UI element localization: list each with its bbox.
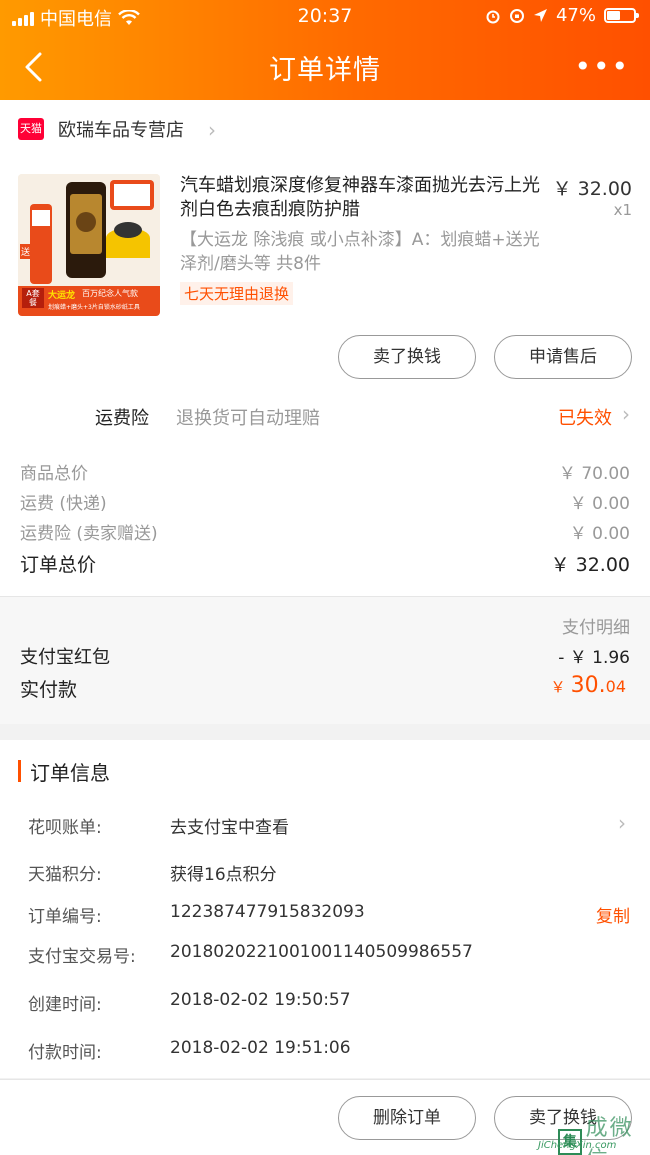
section-accent-bar [18, 760, 21, 782]
insurance-fee-row: 运费险 (卖家赠送) ￥ 0.00 [20, 519, 630, 544]
price-summary: 商品总价 ￥ 70.00 运费 (快递) ￥ 0.00 运费险 (卖家赠送) ￥… [0, 438, 650, 596]
info-value: 2018020221001001140509986557 [170, 942, 473, 962]
thumbnail-badge: A套餐 [22, 288, 44, 308]
product-quantity: x1 [613, 201, 632, 219]
info-value: 去支付宝中查看 [170, 818, 289, 838]
rotation-lock-icon [509, 8, 524, 23]
order-total-label: 订单总价 [20, 554, 97, 576]
thumbnail-caption-3: 划痕蜡+磨头+3片自锁水砂纸工具 [48, 304, 140, 311]
paid-decimal: 04 [605, 677, 626, 696]
info-value: 2018-02-02 19:51:06 [170, 1038, 351, 1058]
shipping-label: 运费 (快递) [20, 494, 107, 514]
paid-integer: 30. [570, 673, 606, 698]
order-info-section: 订单信息 花呗账单: 去支付宝中查看 › 天猫积分: 获得16点积分 订单编号:… [0, 740, 650, 1078]
info-key: 支付宝交易号: [28, 947, 136, 967]
chevron-right-icon: › [208, 118, 216, 142]
chevron-right-icon: › [618, 811, 626, 835]
order-info-title: 订单信息 [30, 761, 110, 785]
info-value: 获得16点积分 [170, 865, 277, 885]
redpacket-value: - ￥ 1.96 [558, 648, 630, 668]
paid-label: 实付款 [20, 679, 78, 701]
info-key: 创建时间: [28, 995, 102, 1015]
battery-icon [604, 8, 639, 23]
after-sale-button[interactable]: 申请售后 [494, 335, 632, 379]
return-policy-tag: 七天无理由退换 [180, 282, 294, 305]
product-price: ￥ 32.00 [552, 178, 632, 200]
more-menu-icon[interactable]: ••• [574, 52, 630, 82]
battery-percent: 47% [555, 5, 596, 26]
insurance-fee-label: 运费险 (卖家赠送) [20, 524, 158, 544]
info-key: 天猫积分: [28, 865, 102, 885]
order-total-value: ￥ 32.00 [550, 554, 630, 576]
alarm-icon [486, 10, 500, 23]
insurance-desc: 退换货可自动理赔 [176, 408, 320, 429]
shop-row[interactable]: 天猫 欧瑞车品专营店 › [0, 100, 650, 158]
watermark-url: JiChengXin.com [538, 1140, 617, 1151]
info-key: 订单编号: [28, 907, 102, 927]
goods-total-value: ￥ 70.00 [558, 464, 630, 484]
info-value: 2018-02-02 19:50:57 [170, 990, 351, 1010]
thumbnail-caption-2: 百万纪念人气款 [82, 289, 138, 298]
delete-order-button[interactable]: 删除订单 [338, 1096, 476, 1140]
chevron-right-icon: › [622, 402, 630, 426]
order-total-row: 订单总价 ￥ 32.00 [20, 550, 630, 577]
insurance-fee-value: ￥ 0.00 [569, 524, 630, 544]
page-title: 订单详情 [269, 55, 381, 86]
insurance-label: 运费险 [95, 408, 149, 429]
info-value: 122387477915832093 [170, 902, 365, 922]
tmall-badge-icon: 天猫 [18, 118, 44, 140]
watermark: 集 成微信 JiChengXin.com [518, 1100, 650, 1155]
copy-button[interactable]: 复制 [596, 902, 630, 927]
location-icon [533, 9, 547, 22]
shop-name[interactable]: 欧瑞车品专营店 [58, 116, 184, 142]
paid-amount: ￥ 30.04 [551, 673, 626, 698]
thumbnail-caption: 大运龙 [48, 291, 76, 301]
freight-insurance-row[interactable]: 运费险 退换货可自动理赔 已失效 › [0, 396, 650, 438]
info-key: 花呗账单: [28, 818, 102, 838]
status-bar: 中国电信 20:37 47% [0, 0, 650, 32]
goods-total-label: 商品总价 [20, 464, 88, 484]
app-header: 中国电信 20:37 47% 订单详情 ••• [0, 0, 650, 100]
thumbnail-side-label: 送 [20, 244, 32, 259]
product-spec: 【大运龙 除浅痕 或小点补漆】A：划痕蜡+送光泽剂/磨头等 共8件 [180, 230, 540, 274]
product-card: A套餐 大运龙 百万纪念人气款 划痕蜡+磨头+3片自锁水砂纸工具 送 汽车蜡划痕… [0, 158, 650, 396]
info-key: 付款时间: [28, 1043, 102, 1063]
payment-detail-link[interactable]: 支付明细 [562, 613, 630, 638]
sell-button[interactable]: 卖了换钱 [338, 335, 476, 379]
insurance-status: 已失效 [558, 408, 612, 429]
shipping-value: ￥ 0.00 [569, 494, 630, 514]
product-thumbnail[interactable]: A套餐 大运龙 百万纪念人气款 划痕蜡+磨头+3片自锁水砂纸工具 送 [18, 174, 160, 316]
paid-currency: ￥ [550, 678, 566, 696]
goods-total-row: 商品总价 ￥ 70.00 [20, 459, 630, 484]
payment-section: 支付明细 支付宝红包 - ￥ 1.96 实付款 ￥ 30.04 [0, 596, 650, 724]
shipping-row: 运费 (快递) ￥ 0.00 [20, 489, 630, 514]
redpacket-label: 支付宝红包 [20, 647, 110, 668]
product-title[interactable]: 汽车蜡划痕深度修复神器车漆面抛光去污上光剂白色去痕刮痕防护腊 [180, 174, 540, 222]
